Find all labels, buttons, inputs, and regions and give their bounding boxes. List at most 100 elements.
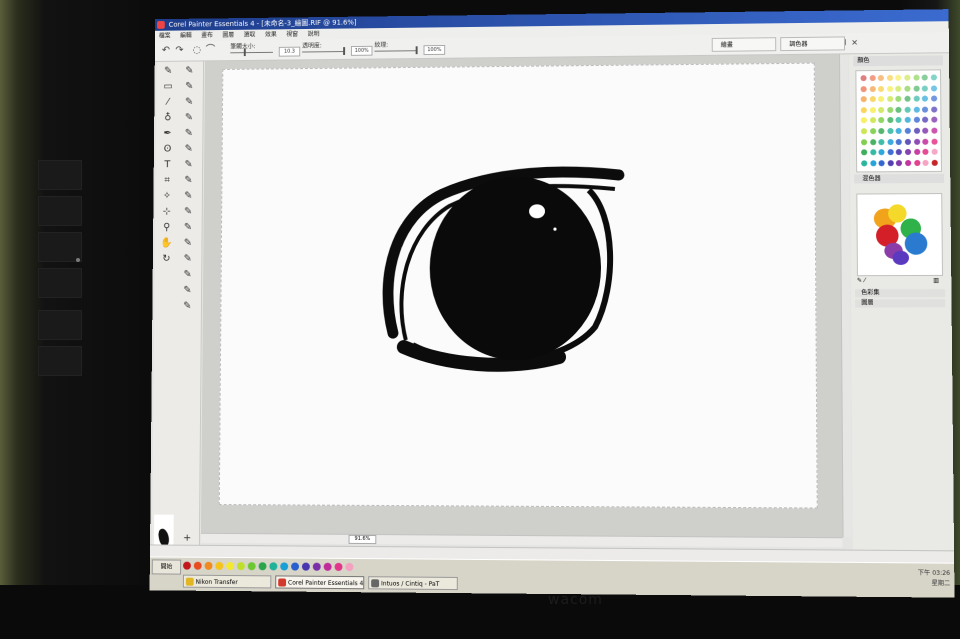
palette-color-dot[interactable] — [860, 85, 867, 92]
palette-color-dot[interactable] — [895, 117, 903, 124]
palette-color-dot[interactable] — [887, 138, 894, 145]
palette-color-dot[interactable] — [931, 116, 938, 124]
brush-variant-icon[interactable]: ✎ — [178, 204, 198, 220]
grain-slider-track[interactable] — [374, 50, 418, 52]
palette-color-dot[interactable] — [930, 95, 938, 102]
magic-wand-icon[interactable]: ✧ — [157, 189, 177, 205]
size-slider-track[interactable] — [230, 51, 273, 54]
quick-launch-icon[interactable] — [312, 562, 321, 571]
palette-color-dot[interactable] — [895, 106, 902, 113]
pen-icon[interactable]: ✒ — [158, 126, 177, 142]
palette-color-dot[interactable] — [904, 95, 911, 102]
menu-layers[interactable]: 圖層 — [219, 30, 238, 41]
quick-launch-icon[interactable] — [301, 562, 310, 571]
palette-color-dot[interactable] — [922, 127, 929, 134]
brush-variant-icon[interactable]: ✎ — [179, 110, 198, 126]
palette-color-dot[interactable] — [861, 160, 868, 167]
start-button[interactable]: 開始 — [151, 559, 182, 575]
quick-launch-icon[interactable] — [247, 562, 256, 571]
palette-color-dot[interactable] — [896, 138, 903, 145]
palette-color-dot[interactable] — [931, 138, 938, 145]
palette-color-dot[interactable] — [931, 148, 938, 156]
task-nikon-transfer[interactable]: Nikon Transfer — [182, 574, 272, 589]
palette-color-dot[interactable] — [922, 106, 929, 113]
quick-launch-icon[interactable] — [269, 562, 278, 571]
palette-color-dot[interactable] — [913, 117, 920, 124]
hand-icon[interactable]: ✋ — [157, 236, 177, 252]
palette-color-dot[interactable] — [930, 74, 937, 81]
brush-variant-icon[interactable]: ✎ — [179, 173, 199, 189]
palette-color-dot[interactable] — [922, 138, 929, 145]
palette-color-dot[interactable] — [887, 117, 894, 124]
grain-slider-knob[interactable] — [415, 46, 418, 55]
rotate-icon[interactable]: ↻ — [157, 251, 177, 267]
opacity-value[interactable]: 100% — [350, 45, 373, 56]
palette-color-dot[interactable] — [904, 149, 912, 156]
palette-color-dot[interactable] — [913, 159, 921, 166]
menu-help[interactable]: 說明 — [304, 29, 324, 40]
quick-launch-icon[interactable] — [323, 562, 332, 571]
color-set-panel-header[interactable]: 色彩集 — [855, 289, 946, 298]
palette-color-dot[interactable] — [860, 106, 867, 114]
task-wacom-tablet[interactable]: Intuos / Cintiq - PaT — [368, 576, 458, 591]
brush-icon[interactable]: ✎ — [158, 64, 177, 80]
palette-color-dot[interactable] — [913, 95, 920, 102]
brush-ghost-icon[interactable]: ◌ — [192, 45, 203, 56]
palette-color-dot[interactable] — [895, 95, 902, 103]
eraser-icon[interactable]: ▭ — [158, 79, 177, 95]
palette-color-dot[interactable] — [860, 75, 867, 82]
dropper-icon[interactable]: ⁄ — [158, 95, 177, 111]
palette-color-dot[interactable] — [869, 117, 876, 124]
opacity-slider-track[interactable] — [302, 51, 346, 53]
palette-color-dot[interactable] — [869, 138, 876, 145]
palette-color-dot[interactable] — [904, 127, 911, 134]
lasso-icon[interactable]: ʘ — [158, 142, 177, 158]
palette-color-dot[interactable] — [913, 106, 920, 113]
palette-color-dot[interactable] — [922, 159, 929, 166]
palette-color-dot[interactable] — [913, 127, 920, 134]
tab-mixer[interactable]: 調色器 — [780, 36, 846, 52]
quick-launch-icon[interactable] — [236, 562, 245, 571]
close-icon[interactable]: ✕ — [849, 37, 860, 48]
palette-color-dot[interactable] — [878, 128, 885, 135]
palette-color-dot[interactable] — [886, 74, 893, 81]
palette-color-dot[interactable] — [895, 74, 902, 81]
palette-color-dot[interactable] — [860, 117, 867, 124]
grain-value[interactable]: 100% — [423, 44, 446, 56]
menu-edit[interactable]: 編輯 — [176, 30, 195, 41]
brush-variant-icon[interactable]: ✎ — [178, 220, 198, 236]
palette-color-dot[interactable] — [896, 149, 903, 156]
quick-launch-icon[interactable] — [280, 562, 289, 571]
palette-color-dot[interactable] — [886, 96, 894, 103]
brush-variant-icon[interactable]: ✎ — [179, 126, 198, 142]
palette-color-dot[interactable] — [930, 106, 938, 113]
zoom-level[interactable]: 91.6% — [348, 534, 377, 545]
drawing-canvas[interactable] — [218, 62, 818, 509]
brush-variant-icon[interactable]: ✎ — [179, 157, 199, 173]
brush-variant-icon[interactable]: ✎ — [179, 142, 199, 158]
brush-variant-icon[interactable]: ✎ — [178, 267, 198, 283]
palette-color-dot[interactable] — [860, 138, 868, 145]
palette-color-dot[interactable] — [922, 148, 929, 156]
palette-color-dot[interactable] — [887, 127, 894, 135]
quick-launch-icon[interactable] — [215, 561, 224, 570]
palette-color-dot[interactable] — [869, 85, 876, 92]
stroke-type-icon[interactable]: ⌒ — [205, 45, 216, 56]
palette-color-dot[interactable] — [887, 106, 894, 113]
redo-icon[interactable]: ↷ — [174, 45, 185, 56]
mixer-panel-header[interactable]: 混色器 — [854, 173, 945, 184]
palette-color-dot[interactable] — [922, 95, 929, 102]
palette-color-dot[interactable] — [878, 138, 885, 145]
palette-color-dot[interactable] — [878, 149, 885, 156]
palette-color-dot[interactable] — [878, 159, 885, 167]
palette-color-dot[interactable] — [860, 96, 867, 103]
menu-select[interactable]: 選取 — [240, 30, 259, 41]
palette-color-dot[interactable] — [869, 149, 876, 156]
size-slider-knob[interactable] — [243, 48, 246, 57]
palette-color-dot[interactable] — [877, 74, 885, 82]
colors-panel-header[interactable]: 顏色 — [853, 55, 943, 67]
brush-variant-icon[interactable]: ✎ — [179, 95, 198, 111]
palette-color-dot[interactable] — [887, 159, 894, 166]
palette-color-dot[interactable] — [921, 74, 928, 81]
palette-color-dot[interactable] — [896, 159, 903, 166]
